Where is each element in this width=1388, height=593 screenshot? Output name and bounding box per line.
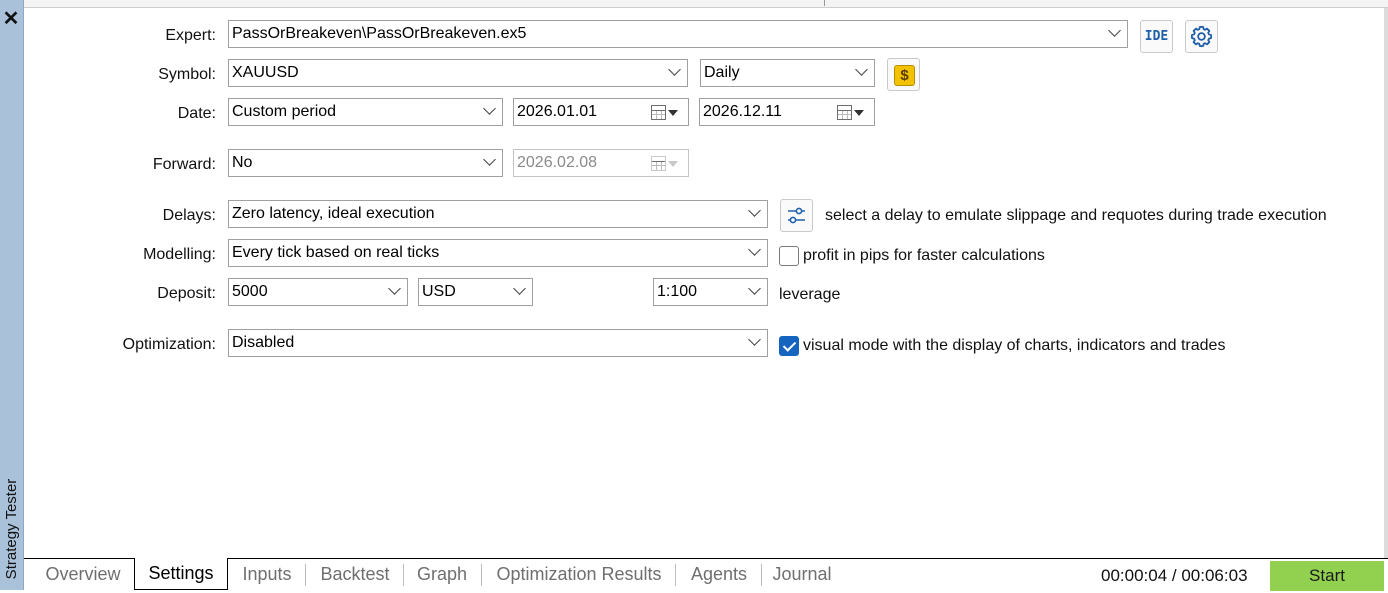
sliders-icon xyxy=(788,207,805,224)
dropdown-arrow-icon xyxy=(668,110,678,116)
currency-value: USD xyxy=(422,283,456,300)
tab-bar: Overview Settings Inputs Backtest Graph … xyxy=(24,558,1388,591)
timeframe-value: Daily xyxy=(704,64,740,81)
visual-mode-checkbox[interactable] xyxy=(779,336,799,356)
calendar-icon xyxy=(651,156,666,171)
optimization-value: Disabled xyxy=(232,334,295,351)
tab-optimization-results[interactable]: Optimization Results xyxy=(485,559,673,590)
symbol-select[interactable]: XAUUSD xyxy=(228,59,688,87)
date-label: Date: xyxy=(177,105,216,122)
forward-value: No xyxy=(232,154,253,171)
delay-settings-button[interactable] xyxy=(780,199,813,232)
chevron-down-icon xyxy=(855,63,868,76)
modelling-value: Every tick based on real ticks xyxy=(232,244,440,261)
forward-select[interactable]: No xyxy=(228,149,503,177)
currency-select[interactable]: USD xyxy=(418,278,533,306)
chevron-down-icon xyxy=(748,333,761,346)
dropdown-arrow-icon xyxy=(668,161,678,167)
start-button[interactable]: Start xyxy=(1270,561,1384,591)
leverage-value: 1:100 xyxy=(657,283,698,300)
date-from-picker[interactable]: 2026.01.01 xyxy=(513,98,689,126)
forward-label: Forward: xyxy=(152,156,216,173)
date-period-select[interactable]: Custom period xyxy=(228,98,503,126)
optimization-label: Optimization: xyxy=(122,336,216,353)
leverage-label: leverage xyxy=(779,286,841,303)
symbol-value: XAUUSD xyxy=(232,64,299,81)
forward-date-picker: 2026.02.08 xyxy=(513,149,689,177)
panel-title: Strategy Tester xyxy=(3,478,20,580)
deposit-select[interactable]: 5000 xyxy=(228,278,408,306)
expert-select[interactable]: PassOrBreakeven\PassOrBreakeven.ex5 xyxy=(228,20,1128,48)
visual-mode-label: visual mode with the display of charts, … xyxy=(803,337,1226,354)
gear-icon xyxy=(1190,25,1213,48)
modelling-select[interactable]: Every tick based on real ticks xyxy=(228,239,768,267)
symbol-spec-button[interactable]: $ xyxy=(887,58,920,91)
tab-settings[interactable]: Settings xyxy=(134,558,228,590)
pips-checkbox[interactable] xyxy=(779,246,799,266)
delays-label: Delays: xyxy=(162,207,216,224)
deposit-label: Deposit: xyxy=(157,285,216,302)
modelling-label: Modelling: xyxy=(143,246,216,263)
tab-graph[interactable]: Graph xyxy=(407,559,477,590)
delays-value: Zero latency, ideal execution xyxy=(232,205,435,222)
chevron-down-icon xyxy=(748,243,761,256)
dollar-coin-icon: $ xyxy=(894,65,915,86)
date-to-value: 2026.12.11 xyxy=(703,103,782,120)
calendar-icon xyxy=(837,105,852,120)
chevron-down-icon xyxy=(748,204,761,217)
chevron-down-icon xyxy=(483,153,496,166)
tab-backtest[interactable]: Backtest xyxy=(309,559,401,590)
dropdown-arrow-icon xyxy=(854,110,864,116)
symbol-label: Symbol: xyxy=(158,66,216,83)
elapsed-timer: 00:00:04 / 00:06:03 xyxy=(1101,566,1248,585)
chevron-down-icon xyxy=(1108,24,1121,37)
settings-button[interactable] xyxy=(1185,20,1218,53)
date-period-value: Custom period xyxy=(232,103,337,120)
top-divider xyxy=(24,0,1388,8)
tab-journal[interactable]: Journal xyxy=(765,559,839,590)
delays-select[interactable]: Zero latency, ideal execution xyxy=(228,200,768,228)
forward-date-value: 2026.02.08 xyxy=(517,154,598,171)
pips-checkbox-label: profit in pips for faster calculations xyxy=(803,247,1045,264)
date-from-value: 2026.01.01 xyxy=(517,103,598,120)
chevron-down-icon xyxy=(483,102,496,115)
tab-inputs[interactable]: Inputs xyxy=(232,559,302,590)
chevron-down-icon xyxy=(513,282,526,295)
tab-agents[interactable]: Agents xyxy=(679,559,759,590)
optimization-select[interactable]: Disabled xyxy=(228,329,768,357)
chevron-down-icon xyxy=(668,63,681,76)
expert-label: Expert: xyxy=(165,27,216,44)
ide-button[interactable]: IDE xyxy=(1140,20,1173,53)
expert-value: PassOrBreakeven\PassOrBreakeven.ex5 xyxy=(232,25,527,42)
chevron-down-icon xyxy=(748,282,761,295)
date-to-picker[interactable]: 2026.12.11 xyxy=(699,98,875,126)
right-scroll-edge xyxy=(1384,8,1388,558)
tab-overview[interactable]: Overview xyxy=(36,559,130,590)
chevron-down-icon xyxy=(388,282,401,295)
leverage-select[interactable]: 1:100 xyxy=(653,278,768,306)
delays-hint: select a delay to emulate slippage and r… xyxy=(825,207,1327,224)
timeframe-select[interactable]: Daily xyxy=(700,59,875,87)
calendar-icon xyxy=(651,105,666,120)
deposit-value: 5000 xyxy=(232,283,268,300)
